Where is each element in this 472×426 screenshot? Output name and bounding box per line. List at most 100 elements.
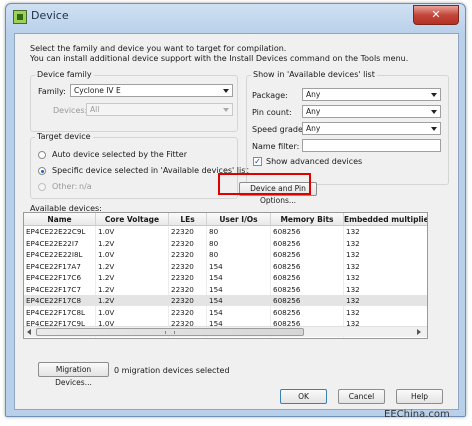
migration-status: 0 migration devices selected — [114, 366, 230, 375]
table-cell: 154 — [209, 307, 223, 317]
table-cell: EP4CE22F17C8L — [26, 307, 86, 317]
target-device-group-label: Target device — [35, 132, 93, 141]
table-cell: 1.2V — [98, 296, 115, 305]
table-row[interactable]: EP4CE22F17C6 1.2V 22320 154 608256 132 — [24, 272, 427, 283]
table-cell: 608256 — [273, 296, 301, 305]
show-in-list-group-label: Show in 'Available devices' list — [251, 70, 377, 79]
grip-icon — [165, 331, 175, 334]
table-row[interactable]: EP4CE22F17C7 1.2V 22320 154 608256 132 — [24, 284, 427, 295]
horizontal-scrollbar[interactable] — [24, 326, 427, 337]
table-cell: 608256 — [273, 284, 301, 294]
table-cell: 80 — [209, 238, 219, 248]
table-row[interactable]: EP4CE22F17A7 1.2V 22320 154 608256 132 — [24, 261, 427, 272]
cancel-button[interactable]: Cancel — [338, 389, 385, 404]
table-cell: 80 — [209, 227, 219, 236]
speed-grade-select[interactable]: Any — [302, 122, 441, 135]
other-device-label: Other: — [52, 182, 78, 191]
table-row[interactable]: EP4CE22E22I8L 1.0V 22320 80 608256 132 — [24, 249, 427, 260]
other-device-value: n/a — [79, 182, 92, 191]
table-cell: 608256 — [273, 307, 301, 317]
table-cell: 608256 — [273, 261, 301, 271]
show-advanced-label[interactable]: Show advanced devices — [266, 157, 362, 166]
table-cell: 132 — [346, 238, 360, 248]
watermark: EEChina.com — [384, 409, 450, 420]
package-label: Package: — [252, 91, 288, 100]
table-cell: EP4CE22F17C6 — [26, 273, 82, 282]
column-header[interactable]: Core Voltage — [96, 213, 169, 226]
pin-count-select[interactable]: Any — [302, 105, 441, 118]
column-header[interactable]: LEs — [169, 213, 207, 226]
column-header[interactable]: Name — [24, 213, 96, 226]
table-cell: EP4CE22F17C7 — [26, 284, 82, 294]
specific-device-radio[interactable] — [38, 167, 46, 175]
table-cell: 132 — [346, 261, 360, 271]
horizontal-scroll-thumb[interactable] — [36, 328, 304, 336]
show-advanced-checkbox[interactable]: ✓ — [253, 157, 262, 166]
table-cell: 132 — [346, 307, 360, 317]
app-icon — [13, 10, 27, 24]
highlight-box — [218, 173, 311, 195]
other-device-radio[interactable] — [38, 183, 46, 191]
table-cell: 1.0V — [98, 250, 115, 259]
intro-line-1: Select the family and device you want to… — [30, 44, 287, 53]
table-row[interactable]: EP4CE22F17C8 1.2V 22320 154 608256 132 — [24, 295, 427, 306]
table-cell: 154 — [209, 284, 223, 294]
table-cell: EP4CE22F17C8 — [26, 296, 82, 305]
table-cell: 154 — [209, 273, 223, 282]
table-cell: 132 — [346, 284, 360, 294]
table-cell: 22320 — [171, 307, 194, 317]
devices-select-value: All — [90, 105, 100, 114]
table-cell: 132 — [346, 227, 360, 236]
devices-select[interactable]: All — [86, 103, 233, 116]
device-family-group-label: Device family — [35, 70, 94, 79]
package-select[interactable]: Any — [302, 88, 441, 101]
table-cell: 132 — [346, 296, 360, 305]
auto-device-radio[interactable] — [38, 151, 46, 159]
table-cell: 22320 — [171, 273, 194, 282]
table-cell: EP4CE22E22I7 — [26, 238, 79, 248]
close-button[interactable]: ✕ — [413, 5, 459, 25]
chevron-down-icon — [431, 93, 437, 97]
family-select-value: Cyclone IV E — [74, 86, 121, 95]
table-cell: 22320 — [171, 284, 194, 294]
table-cell: 154 — [209, 261, 223, 271]
migration-devices-button[interactable]: Migration Devices... — [38, 362, 109, 387]
table-cell: 1.0V — [98, 227, 115, 236]
table-cell: EP4CE22E22C9L — [26, 227, 86, 236]
table-cell: EP4CE22E22I8L — [26, 250, 83, 259]
table-row[interactable]: EP4CE22E22I7 1.2V 22320 80 608256 132 — [24, 238, 427, 249]
column-header[interactable]: Memory Bits — [271, 213, 344, 226]
table-cell: 132 — [346, 273, 360, 282]
ok-button[interactable]: OK — [280, 389, 327, 404]
table-cell: EP4CE22F17A7 — [26, 261, 81, 271]
table-row[interactable]: EP4CE22E22C9L 1.0V 22320 80 608256 132 — [24, 226, 427, 237]
name-filter-input[interactable] — [302, 139, 441, 152]
family-select[interactable]: Cyclone IV E — [70, 84, 233, 97]
chevron-down-icon — [223, 89, 229, 93]
intro-line-2: You can install additional device suppor… — [30, 54, 409, 63]
speed-grade-label: Speed grade: — [252, 125, 306, 134]
table-cell: 608256 — [273, 273, 301, 282]
chevron-down-icon — [431, 127, 437, 131]
help-button[interactable]: Help — [396, 389, 443, 404]
chevron-down-icon — [431, 110, 437, 114]
chevron-down-icon — [223, 108, 229, 112]
column-header[interactable]: User I/Os — [207, 213, 271, 226]
table-cell: 1.2V — [98, 273, 115, 282]
available-devices-table[interactable]: Name Core Voltage LEs User I/Os Memory Bits E… — [23, 212, 428, 339]
table-row[interactable]: EP4CE22F17C8L 1.0V 22320 154 608256 132 — [24, 307, 427, 318]
table-cell: 80 — [209, 250, 219, 259]
devices-label: Devices: — [53, 106, 88, 115]
table-cell: 22320 — [171, 296, 194, 305]
pin-count-label: Pin count: — [252, 108, 292, 117]
table-cell: 608256 — [273, 227, 301, 236]
scroll-left-icon[interactable] — [27, 329, 31, 335]
column-header[interactable]: Embedded multiplie — [344, 213, 427, 226]
name-filter-label: Name filter: — [252, 142, 300, 151]
scroll-right-icon[interactable] — [417, 329, 421, 335]
table-cell: 1.0V — [98, 307, 115, 317]
title-bar[interactable]: Device ✕ — [6, 4, 465, 30]
auto-device-label[interactable]: Auto device selected by the Fitter — [52, 150, 187, 159]
table-cell: 22320 — [171, 261, 194, 271]
table-cell: 608256 — [273, 250, 301, 259]
